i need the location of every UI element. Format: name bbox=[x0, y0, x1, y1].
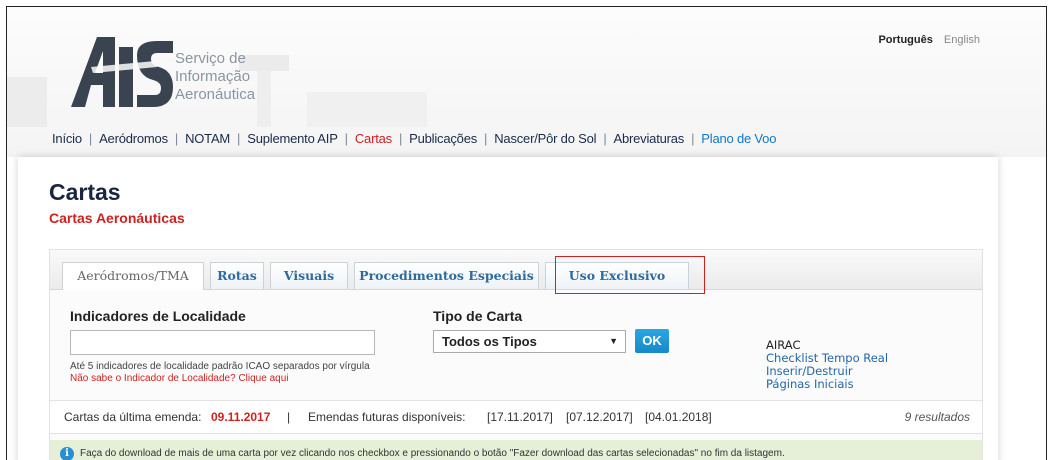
locality-label: Indicadores de Localidade bbox=[70, 308, 246, 324]
logo-text-line: Informação bbox=[175, 68, 251, 85]
logo-text-line: Aeronáutica bbox=[175, 86, 256, 103]
logo-text: Serviço de Informação Aeronáutica bbox=[175, 50, 255, 104]
nav-item-publicacoes[interactable]: Publicações bbox=[409, 131, 477, 146]
last-amendment-label: Cartas da última emenda: bbox=[64, 410, 202, 424]
page-title: Cartas bbox=[49, 179, 121, 205]
future-amendment-date[interactable]: [07.12.2017] bbox=[566, 410, 633, 424]
nav-separator: | bbox=[603, 131, 607, 146]
airac-link-paginas-iniciais[interactable]: Páginas Iniciais bbox=[766, 378, 888, 391]
ais-logo[interactable] bbox=[71, 37, 175, 107]
amendment-status-row: Cartas da última emenda: 09.11.2017 | Em… bbox=[50, 400, 982, 434]
nav-item-plano-de-voo[interactable]: Plano de Voo bbox=[701, 131, 776, 146]
ok-button[interactable]: OK bbox=[635, 329, 669, 353]
nav-separator: | bbox=[398, 131, 403, 146]
nav-separator: | bbox=[344, 131, 348, 146]
tab-aerodromos-tma[interactable]: Aeródromos/TMA bbox=[62, 262, 204, 290]
nav-separator: | bbox=[174, 131, 179, 146]
tab-rotas[interactable]: Rotas bbox=[210, 262, 264, 289]
nav-separator: | bbox=[88, 131, 93, 146]
nav-separator: | bbox=[237, 131, 241, 146]
locality-input[interactable] bbox=[70, 330, 375, 355]
nav-item-nascer-por-do-sol[interactable]: Nascer/Pôr do Sol bbox=[494, 131, 596, 146]
locality-hint: Até 5 indicadores de localidade padrão I… bbox=[70, 361, 370, 372]
nav-separator: | bbox=[484, 131, 488, 146]
tab-visuais[interactable]: Visuais bbox=[270, 262, 348, 289]
future-amendment-date[interactable]: [04.01.2018] bbox=[645, 410, 712, 424]
main-nav: Início | Aeródromos | NOTAM | Suplemento AIP | C… bbox=[52, 131, 776, 146]
charts-panel: Aeródromos/TMA Rotas Visuais Procediment… bbox=[49, 249, 983, 460]
chart-type-label: Tipo de Carta bbox=[433, 308, 523, 324]
browser-viewport: Serviço de Informação Aeronáutica Portug… bbox=[6, 6, 1047, 460]
status-separator: | bbox=[287, 410, 291, 424]
info-icon: i bbox=[60, 447, 74, 460]
lang-english[interactable]: English bbox=[944, 34, 980, 46]
tab-highlight-box bbox=[555, 256, 705, 294]
chart-type-select[interactable]: Todos os Tipos ▼ bbox=[433, 330, 626, 353]
nav-item-aerodromos[interactable]: Aeródromos bbox=[99, 131, 168, 146]
chart-type-selected: Todos os Tipos bbox=[442, 334, 537, 349]
nav-item-cartas[interactable]: Cartas bbox=[355, 131, 392, 146]
page-subtitle: Cartas Aeronáuticas bbox=[49, 210, 185, 226]
lang-portuguese[interactable]: Português bbox=[878, 34, 932, 46]
future-amendment-date[interactable]: [17.11.2017] bbox=[487, 410, 553, 424]
locality-help-link[interactable]: Não sabe o Indicador de Localidade? Cliq… bbox=[70, 373, 289, 384]
nav-separator: | bbox=[691, 131, 695, 146]
nav-item-inicio[interactable]: Início bbox=[52, 131, 82, 146]
nav-item-abreviaturas[interactable]: Abreviaturas bbox=[614, 131, 685, 146]
logo-text-line: Serviço de bbox=[175, 50, 246, 67]
dropdown-arrow-icon: ▼ bbox=[609, 336, 618, 346]
info-text: Faça do download de mais de uma carta po… bbox=[80, 448, 785, 459]
content-card: Cartas Cartas Aeronáuticas Aeródromos/TM… bbox=[18, 157, 998, 460]
results-count: 9 resultados bbox=[904, 410, 970, 424]
airac-panel: AIRAC Checklist Tempo Real Inserir/Destr… bbox=[766, 339, 888, 391]
tab-procedimentos-especiais[interactable]: Procedimentos Especiais bbox=[354, 262, 539, 289]
site-header: Serviço de Informação Aeronáutica Portug… bbox=[7, 7, 1046, 157]
info-banner: i Faça do download de mais de uma carta … bbox=[50, 440, 982, 460]
nav-item-suplemento-aip[interactable]: Suplemento AIP bbox=[247, 131, 338, 146]
tab-bar: Aeródromos/TMA Rotas Visuais Procediment… bbox=[50, 250, 982, 290]
language-switcher: Português English bbox=[878, 34, 980, 46]
future-amendments-label: Emendas futuras disponíveis: bbox=[308, 410, 466, 424]
nav-item-notam[interactable]: NOTAM bbox=[185, 131, 230, 146]
last-amendment-date[interactable]: 09.11.2017 bbox=[211, 410, 270, 424]
